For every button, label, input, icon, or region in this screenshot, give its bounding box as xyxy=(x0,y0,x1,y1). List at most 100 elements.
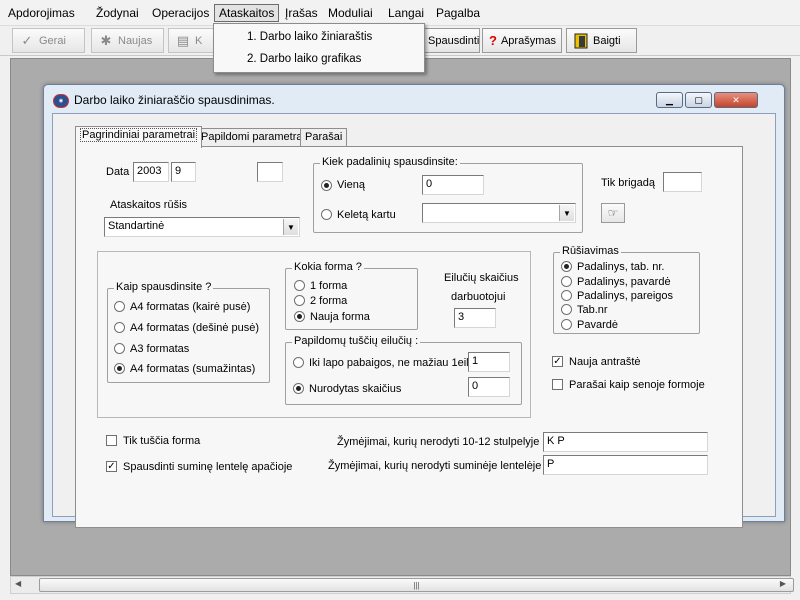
keleta-select[interactable]: ▼ xyxy=(422,203,576,223)
aprasymas-button[interactable]: ? Aprašymas xyxy=(482,28,562,53)
nauja-forma-label: Nauja forma xyxy=(310,311,370,323)
radio-nurodytas[interactable] xyxy=(293,383,304,394)
menu-moduliai[interactable]: Moduliai xyxy=(328,6,373,20)
nurodytas-label: Nurodytas skaičius xyxy=(309,383,402,395)
minimize-button[interactable]: ▁ xyxy=(656,92,683,108)
data-label: Data xyxy=(106,166,130,178)
close-icon: ✕ xyxy=(732,94,740,105)
pavarde-label: Pavardė xyxy=(577,319,618,331)
menu-zodynai[interactable]: Žodynai xyxy=(96,6,139,20)
ataskaitos-dropdown: 1. Darbo laiko žiniaraštis 2. Darbo laik… xyxy=(213,23,425,73)
ataskaitos-rusis-select[interactable]: Standartinė ▼ xyxy=(104,217,300,237)
spausdinti-sumine-label: Spausdinti suminę lentelę apačioje xyxy=(123,461,293,473)
iki-lapo-label: Iki lapo pabaigos, ne mažiau 1eil. xyxy=(309,357,472,369)
scroll-left-icon[interactable]: ◀ xyxy=(15,579,21,588)
radio-viena[interactable] xyxy=(321,180,332,191)
dialog-title: Darbo laiko žiniaraščio spausdinimas. xyxy=(74,93,275,107)
radio-tab-nr[interactable] xyxy=(561,304,572,315)
radio-keleta[interactable] xyxy=(321,209,332,220)
radio-a4-kaire[interactable] xyxy=(114,301,125,312)
zymejimai-10-12-input[interactable]: K P xyxy=(543,432,708,452)
tab-nr-label: Tab.nr xyxy=(577,304,608,316)
radio-1-forma[interactable] xyxy=(294,280,305,291)
new-icon: ✱ xyxy=(100,32,112,48)
menu-irasas[interactable]: Įrašas xyxy=(285,6,318,20)
rusiavimas-title: Rūšiavimas xyxy=(560,245,621,257)
maximize-icon: ▢ xyxy=(694,94,703,105)
menu-apdorojimas[interactable]: Apdorojimas xyxy=(8,6,75,20)
nauja-antraste-checkbox[interactable]: ✓ xyxy=(552,356,563,367)
tik-tuscia-forma-checkbox[interactable] xyxy=(106,435,117,446)
tab-parasai[interactable]: Parašai xyxy=(300,128,348,147)
pointing-hand-icon[interactable]: ☞ xyxy=(601,203,625,223)
year-input[interactable]: 2003 xyxy=(133,162,169,182)
minimize-icon: ▁ xyxy=(666,94,673,105)
radio-padalinys-pavarde[interactable] xyxy=(561,276,572,287)
nauja-antraste-label: Nauja antraštė xyxy=(569,356,641,368)
kiek-padaliniu-title: Kiek padalinių spausdinsite: xyxy=(320,156,460,168)
nurodytas-input[interactable]: 0 xyxy=(468,377,510,397)
menu-operacijos[interactable]: Operacijos xyxy=(152,6,209,20)
padalinys-tab-label: Padalinys, tab. nr. xyxy=(577,261,665,273)
viena-input[interactable]: 0 xyxy=(422,175,484,195)
kaip-spausdinsite-title: Kaip spausdinsite ? xyxy=(114,281,214,293)
radio-padalinys-tab[interactable] xyxy=(561,261,572,272)
horizontal-scrollbar[interactable]: ◀ ||| ▶ xyxy=(10,576,794,594)
radio-iki-lapo[interactable] xyxy=(293,357,304,368)
zymejimai-10-12-label: Žymėjimai, kurių nerodyti 10-12 stulpely… xyxy=(337,436,540,448)
scrollbar-thumb[interactable]: ||| xyxy=(39,578,794,592)
radio-pavarde[interactable] xyxy=(561,319,572,330)
grip-icon: ||| xyxy=(413,580,420,590)
question-icon: ? xyxy=(489,33,497,48)
padalinys-pavarde-label: Padalinys, pavardė xyxy=(577,276,671,288)
scroll-right-icon[interactable]: ▶ xyxy=(780,579,786,588)
check-icon: ✓ xyxy=(21,32,33,48)
viena-label: Vieną xyxy=(337,179,365,191)
iki-lapo-input[interactable]: 1 xyxy=(468,352,510,372)
maximize-button[interactable]: ▢ xyxy=(685,92,712,108)
k-button[interactable]: ▤ K xyxy=(168,28,216,53)
tik-brigada-input[interactable] xyxy=(663,172,702,192)
menu-langai[interactable]: Langai xyxy=(388,6,424,20)
spausdinti-sumine-checkbox[interactable]: ✓ xyxy=(106,461,117,472)
baigti-button[interactable]: Baigti xyxy=(566,28,637,53)
radio-a4-sumazintas[interactable] xyxy=(114,363,125,374)
radio-nauja-forma[interactable] xyxy=(294,311,305,322)
parasai-seno-checkbox[interactable] xyxy=(552,379,563,390)
radio-a3[interactable] xyxy=(114,343,125,354)
zymejimai-sumine-label: Žymėjimai, kurių nerodyti suminėje lente… xyxy=(328,460,542,472)
menu-darbo-laiko-ziniarastis[interactable]: 1. Darbo laiko žiniaraštis xyxy=(247,31,372,43)
a4-desine-label: A4 formatas (dešinė pusė) xyxy=(130,322,260,334)
naujas-button[interactable]: ✱ Naujas xyxy=(91,28,164,53)
ataskaitos-rusis-label: Ataskaitos rūšis xyxy=(110,199,188,211)
gerai-button[interactable]: ✓ Gerai xyxy=(12,28,85,53)
radio-a4-desine[interactable] xyxy=(114,322,125,333)
menu-ataskaitos[interactable]: Ataskaitos xyxy=(214,4,280,22)
document-icon: ▤ xyxy=(176,32,190,48)
a4-kaire-label: A4 formatas (kairė pusė) xyxy=(130,301,251,313)
tab-papildomi[interactable]: Papildomi parametrai xyxy=(196,128,310,147)
padalinys-pareigos-label: Padalinys, pareigos xyxy=(577,290,674,302)
a3-label: A3 formatas xyxy=(130,343,190,355)
darbuotojui-label: darbuotojui xyxy=(451,291,506,303)
menu-darbo-laiko-grafikas[interactable]: 2. Darbo laiko grafikas xyxy=(247,53,361,65)
tik-brigada-label: Tik brigadą xyxy=(601,177,656,189)
a4-sumazintas-label: A4 formatas (sumažintas) xyxy=(130,363,256,375)
forma-1-label: 1 forma xyxy=(310,280,348,292)
papildomu-eiluciu-title: Papildomų tuščių eilučių : xyxy=(292,335,421,347)
keleta-label: Keletą kartu xyxy=(337,209,396,221)
chevron-down-icon: ▼ xyxy=(559,205,574,221)
radio-2-forma[interactable] xyxy=(294,295,305,306)
forma-2-label: 2 forma xyxy=(310,295,348,307)
radio-padalinys-pareigos[interactable] xyxy=(561,290,572,301)
zymejimai-sumine-input[interactable]: P xyxy=(543,455,708,475)
tab-pagrindiniai[interactable]: Pagrindiniai parametrai xyxy=(75,126,203,148)
kokia-forma-title: Kokia forma ? xyxy=(292,261,364,273)
eiluciu-skaicius-input[interactable]: 3 xyxy=(454,308,496,328)
month-input[interactable]: 9 xyxy=(171,162,196,182)
eiluciu-skaicius-label: Eilučių skaičius xyxy=(444,272,519,284)
menu-pagalba[interactable]: Pagalba xyxy=(436,6,480,20)
parasai-seno-label: Parašai kaip senoje formoje xyxy=(569,379,705,391)
extra-input[interactable] xyxy=(257,162,283,182)
close-button[interactable]: ✕ xyxy=(714,92,758,108)
